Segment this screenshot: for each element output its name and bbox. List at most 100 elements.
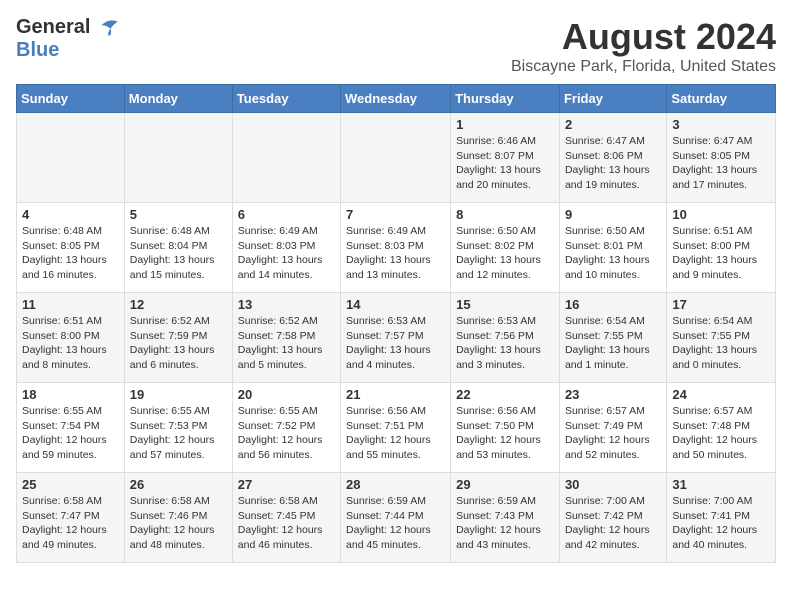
day-info: Sunrise: 6:54 AM Sunset: 7:55 PM Dayligh… [672, 314, 770, 373]
calendar-cell: 16Sunrise: 6:54 AM Sunset: 7:55 PM Dayli… [559, 293, 666, 383]
day-info: Sunrise: 6:49 AM Sunset: 8:03 PM Dayligh… [346, 224, 445, 283]
day-info: Sunrise: 6:52 AM Sunset: 7:59 PM Dayligh… [130, 314, 227, 373]
day-number: 19 [130, 387, 227, 402]
day-number: 16 [565, 297, 661, 312]
day-number: 1 [456, 117, 554, 132]
day-number: 20 [238, 387, 335, 402]
day-info: Sunrise: 6:53 AM Sunset: 7:56 PM Dayligh… [456, 314, 554, 373]
day-number: 2 [565, 117, 661, 132]
day-info: Sunrise: 6:51 AM Sunset: 8:00 PM Dayligh… [22, 314, 119, 373]
calendar-cell: 15 Sunrise: 6:53 AM Sunset: 7:56 PM Dayli… [451, 293, 560, 383]
day-info: Sunrise: 6:59 AM Sunset: 7:44 PM Dayligh… [346, 494, 445, 553]
day-info: Sunrise: 6:55 AM Sunset: 7:53 PM Dayligh… [130, 404, 227, 463]
day-info: Sunrise: 6:51 AM Sunset: 8:00 PM Dayligh… [672, 224, 770, 283]
day-info: Sunrise: 6:48 AM Sunset: 8:04 PM Dayligh… [130, 224, 227, 283]
day-header-thursday: Thursday [451, 85, 560, 113]
calendar-cell [341, 113, 451, 203]
calendar-cell: 11 Sunrise: 6:51 AM Sunset: 8:00 PM Dayli… [17, 293, 125, 383]
calendar-cell: 14Sunrise: 6:53 AM Sunset: 7:57 PM Dayli… [341, 293, 451, 383]
calendar-cell: 2 Sunrise: 6:47 AM Sunset: 8:06 PM Daylig… [559, 113, 666, 203]
calendar-cell: 9Sunrise: 6:50 AM Sunset: 8:01 PM Daylig… [559, 203, 666, 293]
day-number: 3 [672, 117, 770, 132]
day-info: Sunrise: 6:50 AM Sunset: 8:02 PM Dayligh… [456, 224, 554, 283]
day-number: 31 [672, 477, 770, 492]
calendar-cell: 19 Sunrise: 6:55 AM Sunset: 7:53 PM Dayli… [124, 383, 232, 473]
calendar-cell: 22 Sunrise: 6:56 AM Sunset: 7:50 PM Dayli… [451, 383, 560, 473]
day-number: 15 [456, 297, 554, 312]
calendar-cell: 1Sunrise: 6:46 AM Sunset: 8:07 PM Daylig… [451, 113, 560, 203]
day-info: Sunrise: 6:49 AM Sunset: 8:03 PM Dayligh… [238, 224, 335, 283]
day-info: Sunrise: 7:00 AM Sunset: 7:41 PM Dayligh… [672, 494, 770, 553]
calendar-cell: 30 Sunrise: 7:00 AM Sunset: 7:42 PM Dayli… [559, 473, 666, 563]
calendar-cell: 7 Sunrise: 6:49 AM Sunset: 8:03 PM Daylig… [341, 203, 451, 293]
day-info: Sunrise: 6:57 AM Sunset: 7:48 PM Dayligh… [672, 404, 770, 463]
day-number: 18 [22, 387, 119, 402]
day-info: Sunrise: 6:58 AM Sunset: 7:46 PM Dayligh… [130, 494, 227, 553]
day-number: 11 [22, 297, 119, 312]
week-row-4: 18 Sunrise: 6:55 AM Sunset: 7:54 PM Dayli… [17, 383, 776, 473]
calendar-cell: 23 Sunrise: 6:57 AM Sunset: 7:49 PM Dayli… [559, 383, 666, 473]
month-title: August 2024 [511, 16, 776, 58]
day-info: Sunrise: 6:55 AM Sunset: 7:54 PM Dayligh… [22, 404, 119, 463]
day-info: Sunrise: 6:59 AM Sunset: 7:43 PM Dayligh… [456, 494, 554, 553]
location-title: Biscayne Park, Florida, United States [511, 58, 776, 76]
calendar-cell: 27 Sunrise: 6:58 AM Sunset: 7:45 PM Dayli… [232, 473, 340, 563]
day-info: Sunrise: 6:55 AM Sunset: 7:52 PM Dayligh… [238, 404, 335, 463]
day-header-saturday: Saturday [667, 85, 776, 113]
logo-general-text: General [16, 16, 90, 39]
calendar-cell: 28 Sunrise: 6:59 AM Sunset: 7:44 PM Dayli… [341, 473, 451, 563]
day-info: Sunrise: 6:48 AM Sunset: 8:05 PM Dayligh… [22, 224, 119, 283]
week-row-2: 4 Sunrise: 6:48 AM Sunset: 8:05 PM Daylig… [17, 203, 776, 293]
day-number: 24 [672, 387, 770, 402]
logo: General Blue [16, 16, 120, 62]
day-number: 4 [22, 207, 119, 222]
calendar-cell: 25 Sunrise: 6:58 AM Sunset: 7:47 PM Dayli… [17, 473, 125, 563]
calendar-cell: 4 Sunrise: 6:48 AM Sunset: 8:05 PM Daylig… [17, 203, 125, 293]
day-info: Sunrise: 6:47 AM Sunset: 8:05 PM Dayligh… [672, 134, 770, 193]
day-number: 22 [456, 387, 554, 402]
logo-bird-icon [92, 18, 120, 38]
calendar-table: SundayMondayTuesdayWednesdayThursdayFrid… [16, 84, 776, 563]
day-number: 7 [346, 207, 445, 222]
day-number: 26 [130, 477, 227, 492]
day-info: Sunrise: 6:58 AM Sunset: 7:45 PM Dayligh… [238, 494, 335, 553]
day-number: 14 [346, 297, 445, 312]
week-row-1: 1Sunrise: 6:46 AM Sunset: 8:07 PM Daylig… [17, 113, 776, 203]
calendar-cell: 21Sunrise: 6:56 AM Sunset: 7:51 PM Dayli… [341, 383, 451, 473]
calendar-cell [17, 113, 125, 203]
day-number: 6 [238, 207, 335, 222]
day-info: Sunrise: 6:52 AM Sunset: 7:58 PM Dayligh… [238, 314, 335, 373]
calendar-header-row: SundayMondayTuesdayWednesdayThursdayFrid… [17, 85, 776, 113]
week-row-3: 11 Sunrise: 6:51 AM Sunset: 8:00 PM Dayli… [17, 293, 776, 383]
day-number: 21 [346, 387, 445, 402]
day-header-wednesday: Wednesday [341, 85, 451, 113]
day-number: 27 [238, 477, 335, 492]
day-number: 28 [346, 477, 445, 492]
day-info: Sunrise: 6:47 AM Sunset: 8:06 PM Dayligh… [565, 134, 661, 193]
day-header-tuesday: Tuesday [232, 85, 340, 113]
week-row-5: 25 Sunrise: 6:58 AM Sunset: 7:47 PM Dayli… [17, 473, 776, 563]
calendar-cell [124, 113, 232, 203]
day-info: Sunrise: 6:56 AM Sunset: 7:50 PM Dayligh… [456, 404, 554, 463]
calendar-cell: 10 Sunrise: 6:51 AM Sunset: 8:00 PM Dayli… [667, 203, 776, 293]
day-number: 13 [238, 297, 335, 312]
day-number: 30 [565, 477, 661, 492]
calendar-cell: 6 Sunrise: 6:49 AM Sunset: 8:03 PM Daylig… [232, 203, 340, 293]
day-number: 25 [22, 477, 119, 492]
day-number: 12 [130, 297, 227, 312]
day-header-monday: Monday [124, 85, 232, 113]
calendar-cell: 29 Sunrise: 6:59 AM Sunset: 7:43 PM Dayli… [451, 473, 560, 563]
day-number: 10 [672, 207, 770, 222]
day-number: 9 [565, 207, 661, 222]
day-number: 8 [456, 207, 554, 222]
title-section: August 2024 Biscayne Park, Florida, Unit… [511, 16, 776, 76]
calendar-cell: 13 Sunrise: 6:52 AM Sunset: 7:58 PM Dayli… [232, 293, 340, 383]
day-info: Sunrise: 7:00 AM Sunset: 7:42 PM Dayligh… [565, 494, 661, 553]
day-info: Sunrise: 6:58 AM Sunset: 7:47 PM Dayligh… [22, 494, 119, 553]
day-header-sunday: Sunday [17, 85, 125, 113]
page-header: General Blue August 2024 Biscayne Park, … [16, 16, 776, 76]
calendar-cell: 17Sunrise: 6:54 AM Sunset: 7:55 PM Dayli… [667, 293, 776, 383]
day-number: 29 [456, 477, 554, 492]
day-number: 23 [565, 387, 661, 402]
day-info: Sunrise: 6:57 AM Sunset: 7:49 PM Dayligh… [565, 404, 661, 463]
